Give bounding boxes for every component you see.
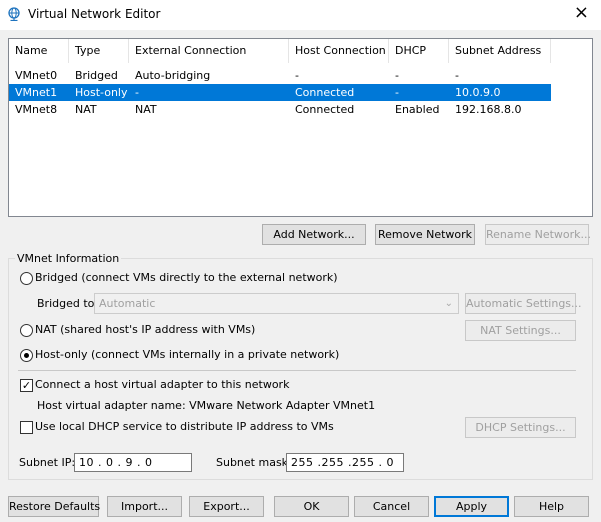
- restore-defaults-button[interactable]: Restore Defaults: [8, 496, 100, 517]
- subnet-ip-input[interactable]: 10 . 0 . 9 . 0: [74, 453, 192, 472]
- window-title: Virtual Network Editor: [28, 7, 161, 21]
- cell-type: Host-only: [75, 86, 128, 99]
- bridged-radio[interactable]: [20, 272, 33, 285]
- cell-name: VMnet0: [15, 69, 58, 82]
- bridged-to-value: Automatic: [99, 297, 156, 310]
- nat-radio-label[interactable]: NAT (shared host's IP address with VMs): [35, 323, 255, 336]
- connect-adapter-checkbox[interactable]: ✓: [20, 379, 33, 392]
- cell-dhcp: -: [395, 69, 399, 82]
- chevron-down-icon: ⌄: [444, 298, 453, 309]
- apply-button[interactable]: Apply: [434, 496, 509, 517]
- network-globe-icon: [8, 7, 20, 21]
- host-only-radio-label[interactable]: Host-only (connect VMs internally in a p…: [35, 348, 339, 361]
- bridged-to-select[interactable]: Automatic ⌄: [94, 293, 459, 314]
- ok-button[interactable]: OK: [274, 496, 349, 517]
- automatic-settings-button[interactable]: Automatic Settings...: [465, 293, 582, 314]
- vmnet-information-group: [8, 258, 593, 480]
- column-header-type[interactable]: Type: [69, 39, 129, 63]
- rename-network-button[interactable]: Rename Network...: [485, 224, 591, 245]
- cell-host-connection: Connected: [295, 86, 355, 99]
- dhcp-settings-button[interactable]: DHCP Settings...: [465, 417, 576, 438]
- import-button[interactable]: Import...: [107, 496, 182, 517]
- cell-name: VMnet8: [15, 103, 58, 116]
- cell-subnet-address: 192.168.8.0: [455, 103, 522, 116]
- cancel-button[interactable]: Cancel: [354, 496, 429, 517]
- close-icon[interactable]: ×: [574, 4, 589, 22]
- add-network-button[interactable]: Add Network...: [262, 224, 366, 245]
- bridged-radio-label[interactable]: Bridged (connect VMs directly to the ext…: [35, 271, 338, 284]
- column-header-name[interactable]: Name: [9, 39, 69, 63]
- cell-external-connection: NAT: [135, 103, 157, 116]
- table-row[interactable]: VMnet8 NAT NAT Connected Enabled 192.168…: [9, 101, 551, 118]
- subnet-mask-label: Subnet mask:: [216, 456, 292, 469]
- table-row[interactable]: VMnet0 Bridged Auto-bridging - - -: [9, 67, 551, 84]
- table-header: Name Type External Connection Host Conne…: [9, 39, 592, 63]
- column-header-external-connection[interactable]: External Connection: [129, 39, 289, 63]
- networks-table: Name Type External Connection Host Conne…: [8, 38, 593, 217]
- table-row-selected[interactable]: VMnet1 Host-only - Connected - 10.0.9.0: [9, 84, 551, 101]
- remove-network-button[interactable]: Remove Network: [375, 224, 475, 245]
- nat-settings-button[interactable]: NAT Settings...: [465, 320, 576, 341]
- divider: [18, 370, 576, 371]
- column-header-subnet-address[interactable]: Subnet Address: [449, 39, 551, 63]
- column-header-host-connection[interactable]: Host Connection: [289, 39, 389, 63]
- bridged-to-label: Bridged to:: [37, 297, 99, 310]
- column-header-dhcp[interactable]: DHCP: [389, 39, 449, 63]
- subnet-ip-label: Subnet IP:: [19, 456, 76, 469]
- export-button[interactable]: Export...: [189, 496, 264, 517]
- cell-subnet-address: 10.0.9.0: [455, 86, 501, 99]
- nat-radio[interactable]: [20, 324, 33, 337]
- cell-external-connection: -: [135, 86, 139, 99]
- cell-dhcp: Enabled: [395, 103, 440, 116]
- connect-adapter-label[interactable]: Connect a host virtual adapter to this n…: [35, 378, 289, 391]
- cell-host-connection: Connected: [295, 103, 355, 116]
- cell-type: NAT: [75, 103, 97, 116]
- dhcp-checkbox[interactable]: [20, 421, 33, 434]
- cell-external-connection: Auto-bridging: [135, 69, 211, 82]
- cell-host-connection: -: [295, 69, 299, 82]
- cell-subnet-address: -: [455, 69, 459, 82]
- help-button[interactable]: Help: [514, 496, 589, 517]
- cell-type: Bridged: [75, 69, 118, 82]
- host-only-radio[interactable]: [20, 349, 33, 362]
- subnet-mask-input[interactable]: 255 .255 .255 . 0: [286, 453, 404, 472]
- dhcp-label[interactable]: Use local DHCP service to distribute IP …: [35, 420, 334, 433]
- title-bar: Virtual Network Editor ×: [0, 0, 601, 30]
- vmnet-information-legend: VMnet Information: [15, 252, 122, 265]
- cell-name: VMnet1: [15, 86, 58, 99]
- adapter-name-label: Host virtual adapter name: VMware Networ…: [37, 399, 376, 412]
- cell-dhcp: -: [395, 86, 399, 99]
